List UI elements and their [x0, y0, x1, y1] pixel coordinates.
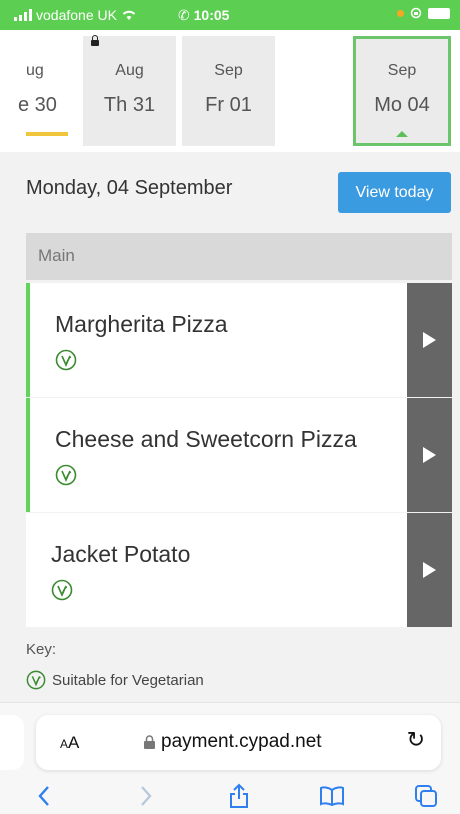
status-bar: vodafone UK ✆ 10:05: [0, 0, 460, 30]
vegetarian-icon: [51, 579, 73, 601]
mic-indicator-icon: [397, 9, 404, 17]
vegetarian-icon: [26, 670, 46, 690]
wifi-icon: [122, 10, 136, 20]
book-icon: [320, 786, 344, 806]
key-label: Key:: [26, 641, 57, 658]
chevron-left-icon: [38, 786, 49, 806]
text-size-button[interactable]: AA: [60, 733, 79, 753]
menu-item-name: Cheese and Sweetcorn Pizza: [55, 426, 357, 452]
date-day: Mo 04: [374, 94, 430, 116]
signal-icon: [14, 9, 32, 21]
browser-nav: [0, 779, 460, 813]
date-cell-today[interactable]: ug e 30: [0, 36, 73, 146]
browser-toolbar: AA payment.cypad.net ↻: [0, 702, 460, 814]
text-size-large: A: [68, 733, 80, 752]
date-cell-sep-01[interactable]: Sep Fr 01: [182, 36, 275, 146]
page-title: Monday, 04 September: [26, 177, 233, 199]
tabs-icon: [415, 785, 437, 807]
key-vegetarian: Suitable for Vegetarian: [26, 670, 204, 690]
play-arrow-icon: [423, 562, 436, 578]
reload-icon[interactable]: ↻: [407, 727, 425, 753]
date-cell-aug-31[interactable]: Aug Th 31: [83, 35, 176, 146]
caret-up-icon: [396, 131, 408, 137]
date-day: e 30: [18, 94, 57, 116]
view-today-button[interactable]: View today: [338, 172, 451, 213]
date-strip: ug e 30 Aug Th 31 Sep Fr 01 Sep Mo 04: [0, 30, 460, 152]
section-header: Main: [26, 233, 452, 280]
menu-item-name: Margherita Pizza: [55, 311, 228, 337]
menu-item[interactable]: Margherita Pizza: [26, 283, 407, 397]
menu-item[interactable]: Cheese and Sweetcorn Pizza: [26, 398, 407, 512]
lock-icon: [144, 735, 155, 749]
chevron-right-icon: [141, 786, 152, 806]
date-month: ug: [26, 62, 44, 79]
date-month: Aug: [115, 62, 144, 79]
date-cell-sep-04[interactable]: Sep Mo 04: [353, 36, 451, 146]
carrier-group: vodafone UK: [14, 7, 137, 23]
menu-item-arrow-button[interactable]: [407, 398, 452, 512]
today-marker: [26, 132, 68, 136]
url-text: payment.cypad.net: [161, 731, 322, 752]
text-size-small: A: [60, 737, 69, 751]
date-day: Fr 01: [205, 94, 252, 116]
carrier-label: vodafone UK: [36, 7, 117, 23]
date-month: Sep: [214, 62, 243, 79]
menu-item-name: Jacket Potato: [51, 541, 191, 567]
rotation-lock-icon: [410, 7, 422, 19]
share-button[interactable]: [219, 779, 259, 813]
back-button[interactable]: [24, 779, 64, 813]
date-month: Sep: [387, 62, 417, 79]
key-vegetarian-label: Suitable for Vegetarian: [52, 671, 204, 689]
vegetarian-icon: [55, 464, 77, 486]
play-arrow-icon: [423, 332, 436, 348]
status-right: [397, 7, 450, 19]
previous-tab-preview[interactable]: [0, 715, 24, 770]
address-bar[interactable]: AA payment.cypad.net ↻: [36, 715, 441, 770]
battery-icon: [428, 7, 450, 19]
forward-button[interactable]: [126, 779, 166, 813]
date-day: Th 31: [103, 94, 156, 116]
menu-item[interactable]: Jacket Potato: [26, 513, 407, 627]
phone-icon: ✆: [178, 7, 190, 23]
time-label: 10:05: [193, 7, 230, 23]
share-icon: [230, 783, 248, 808]
url-display[interactable]: payment.cypad.net: [144, 731, 322, 753]
menu-item-arrow-button[interactable]: [407, 513, 452, 627]
bookmarks-button[interactable]: [312, 779, 352, 813]
vegetarian-icon: [55, 349, 77, 371]
lock-icon: [91, 35, 99, 46]
play-arrow-icon: [423, 447, 436, 463]
tabs-button[interactable]: [406, 779, 446, 813]
clock: ✆ 10:05: [178, 7, 229, 24]
menu-item-arrow-button[interactable]: [407, 283, 452, 397]
